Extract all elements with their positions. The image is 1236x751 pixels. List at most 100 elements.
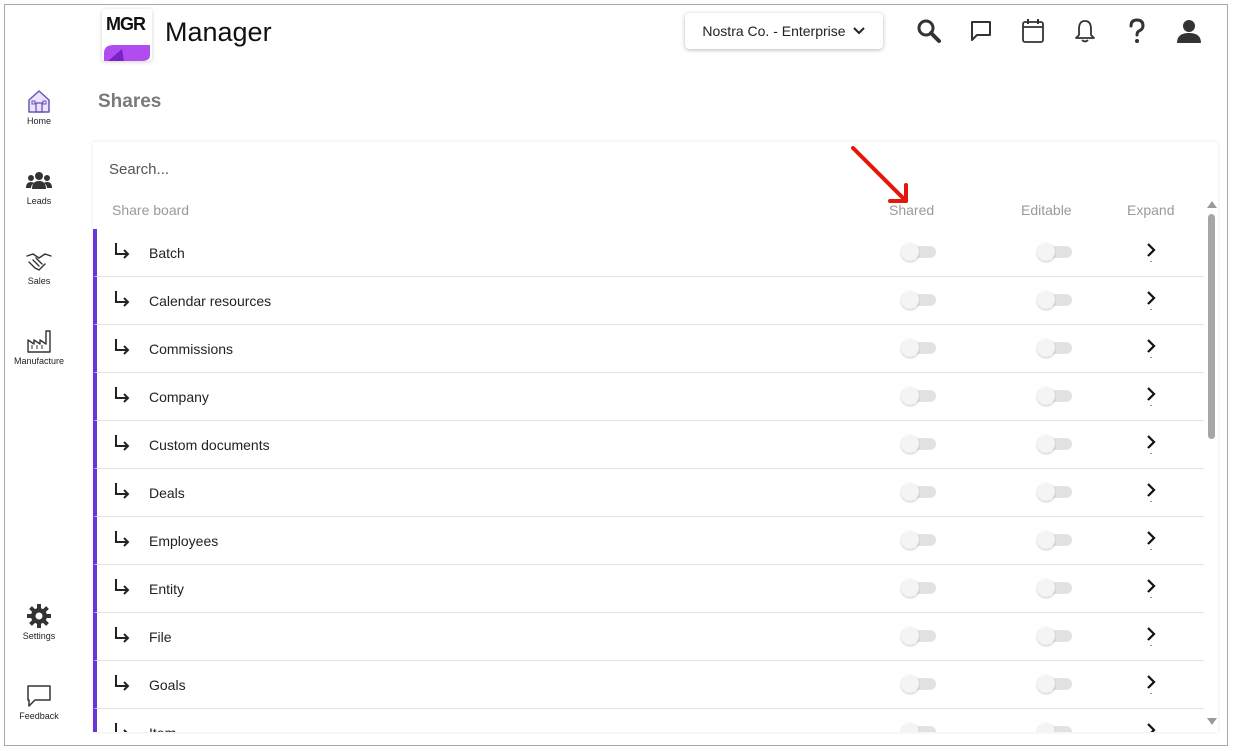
app-title: Manager xyxy=(165,17,272,47)
user-icon[interactable] xyxy=(1175,17,1203,45)
search-input[interactable] xyxy=(107,160,811,179)
share-board-label: Commissions xyxy=(149,341,234,357)
handshake-icon xyxy=(5,248,73,274)
editable-toggle[interactable] xyxy=(1037,243,1073,261)
share-board-label: Calendar resources xyxy=(149,293,272,309)
shares-panel: Share board Shared Editable Expand Batch… xyxy=(93,142,1218,732)
expand-chevron-icon[interactable] xyxy=(1141,385,1161,407)
editable-toggle[interactable] xyxy=(1037,531,1073,549)
scroll-up-arrow-icon[interactable] xyxy=(1207,201,1217,208)
scroll-down-arrow-icon[interactable] xyxy=(1207,718,1217,725)
organization-select[interactable]: Nostra Co. - Enterprise xyxy=(685,13,883,49)
nav-label-feedback: Feedback xyxy=(19,711,59,721)
vertical-scrollbar[interactable] xyxy=(1206,198,1218,732)
editable-toggle[interactable] xyxy=(1037,579,1073,597)
organization-name: Nostra Co. - Enterprise xyxy=(702,23,846,39)
nav-label-sales: Sales xyxy=(27,276,51,286)
nav-item-sales[interactable]: Sales xyxy=(5,248,73,286)
shared-toggle[interactable] xyxy=(901,291,937,309)
expand-chevron-icon[interactable] xyxy=(1141,721,1161,732)
subdirectory-arrow-icon xyxy=(113,722,133,732)
share-board-row: Custom documents xyxy=(93,421,1204,469)
expand-chevron-icon[interactable] xyxy=(1141,529,1161,551)
search-icon[interactable] xyxy=(915,17,943,45)
people-icon xyxy=(5,168,73,194)
search-bar xyxy=(93,142,1203,198)
expand-chevron-icon[interactable] xyxy=(1141,481,1161,503)
share-board-label: Entity xyxy=(149,581,185,597)
editable-toggle[interactable] xyxy=(1037,435,1073,453)
shared-toggle[interactable] xyxy=(901,435,937,453)
share-board-row: Batch xyxy=(93,229,1204,277)
scrollbar-thumb[interactable] xyxy=(1208,214,1215,439)
subdirectory-arrow-icon xyxy=(113,434,133,459)
share-board-row: Employees xyxy=(93,517,1204,565)
editable-toggle[interactable] xyxy=(1037,339,1073,357)
share-board-row: Item xyxy=(93,709,1204,732)
expand-chevron-icon[interactable] xyxy=(1141,673,1161,695)
share-board-row: Goals xyxy=(93,661,1204,709)
editable-toggle[interactable] xyxy=(1037,723,1073,732)
factory-icon xyxy=(5,328,73,354)
nav-label-manufacture: Manufacture xyxy=(13,356,65,366)
page-title: Shares xyxy=(98,91,162,112)
editable-toggle[interactable] xyxy=(1037,627,1073,645)
nav-item-manufacture[interactable]: Manufacture xyxy=(5,328,73,366)
expand-chevron-icon[interactable] xyxy=(1141,625,1161,647)
share-board-label: Batch xyxy=(149,245,185,261)
nav-label-settings: Settings xyxy=(22,631,56,641)
expand-chevron-icon[interactable] xyxy=(1141,337,1161,359)
bell-icon[interactable] xyxy=(1071,17,1099,45)
nav-item-home[interactable]: Home xyxy=(5,88,73,126)
shared-toggle[interactable] xyxy=(901,675,937,693)
expand-chevron-icon[interactable] xyxy=(1141,577,1161,599)
help-icon[interactable] xyxy=(1123,17,1151,45)
share-board-label: Company xyxy=(149,389,209,405)
editable-toggle[interactable] xyxy=(1037,387,1073,405)
shared-toggle[interactable] xyxy=(901,531,937,549)
share-board-row: Company xyxy=(93,373,1204,421)
annotation-arrow-icon xyxy=(851,146,908,203)
share-board-row: Commissions xyxy=(93,325,1204,373)
subdirectory-arrow-icon xyxy=(113,386,133,411)
share-board-row: Deals xyxy=(93,469,1204,517)
editable-toggle[interactable] xyxy=(1037,483,1073,501)
nav-label-leads: Leads xyxy=(26,196,52,206)
nav-item-settings[interactable]: Settings xyxy=(5,603,73,641)
home-icon xyxy=(5,88,73,114)
share-board-row: Calendar resources xyxy=(93,277,1204,325)
subdirectory-arrow-icon xyxy=(113,242,133,267)
subdirectory-arrow-icon xyxy=(113,290,133,315)
app-logo[interactable]: MGR xyxy=(102,9,152,61)
share-board-row: Entity xyxy=(93,565,1204,613)
chevron-down-icon xyxy=(852,23,866,39)
column-header-share-board: Share board xyxy=(112,202,190,218)
shared-toggle[interactable] xyxy=(901,483,937,501)
editable-toggle[interactable] xyxy=(1037,675,1073,693)
nav-label-home: Home xyxy=(26,116,51,126)
share-board-row: File xyxy=(93,613,1204,661)
share-board-label: Goals xyxy=(149,677,186,693)
column-header-editable: Editable xyxy=(1021,202,1072,218)
shared-toggle[interactable] xyxy=(901,339,937,357)
subdirectory-arrow-icon xyxy=(113,674,133,699)
calendar-icon[interactable] xyxy=(1019,17,1047,45)
share-board-list: Batch Calendar resources Commissions Com… xyxy=(93,229,1204,732)
share-board-label: File xyxy=(149,629,172,645)
editable-toggle[interactable] xyxy=(1037,291,1073,309)
expand-chevron-icon[interactable] xyxy=(1141,433,1161,455)
shared-toggle[interactable] xyxy=(901,387,937,405)
expand-chevron-icon[interactable] xyxy=(1141,241,1161,263)
feedback-icon xyxy=(5,683,73,709)
nav-item-leads[interactable]: Leads xyxy=(5,168,73,206)
gear-icon xyxy=(5,603,73,629)
shared-toggle[interactable] xyxy=(901,579,937,597)
chat-icon[interactable] xyxy=(967,17,995,45)
shared-toggle[interactable] xyxy=(901,627,937,645)
share-board-label: Item xyxy=(149,725,176,732)
shared-toggle[interactable] xyxy=(901,723,937,732)
nav-item-feedback[interactable]: Feedback xyxy=(5,683,73,721)
shared-toggle[interactable] xyxy=(901,243,937,261)
subdirectory-arrow-icon xyxy=(113,338,133,363)
expand-chevron-icon[interactable] xyxy=(1141,289,1161,311)
